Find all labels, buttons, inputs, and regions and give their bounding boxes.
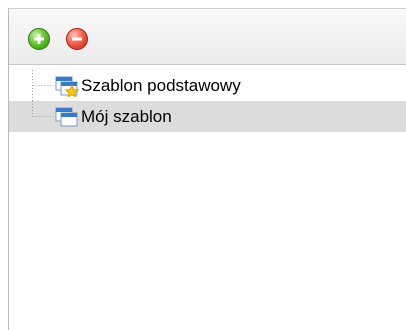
tree-item-default-template[interactable]: Szablon podstawowy (9, 70, 406, 101)
templates-panel: Szablon podstawowy Mój szablon (8, 8, 406, 330)
add-button[interactable] (28, 28, 50, 50)
minus-circle-icon (71, 33, 83, 45)
remove-button[interactable] (66, 28, 88, 50)
tree-item-my-template[interactable]: Mój szablon (9, 101, 406, 132)
template-default-icon (55, 76, 79, 97)
plus-circle-icon (33, 33, 45, 45)
template-icon (55, 107, 78, 127)
tree-item-label: Mój szablon (81, 107, 172, 126)
toolbar (9, 9, 406, 65)
tree-item-label: Szablon podstawowy (81, 76, 241, 95)
template-tree: Szablon podstawowy Mój szablon (9, 66, 406, 330)
